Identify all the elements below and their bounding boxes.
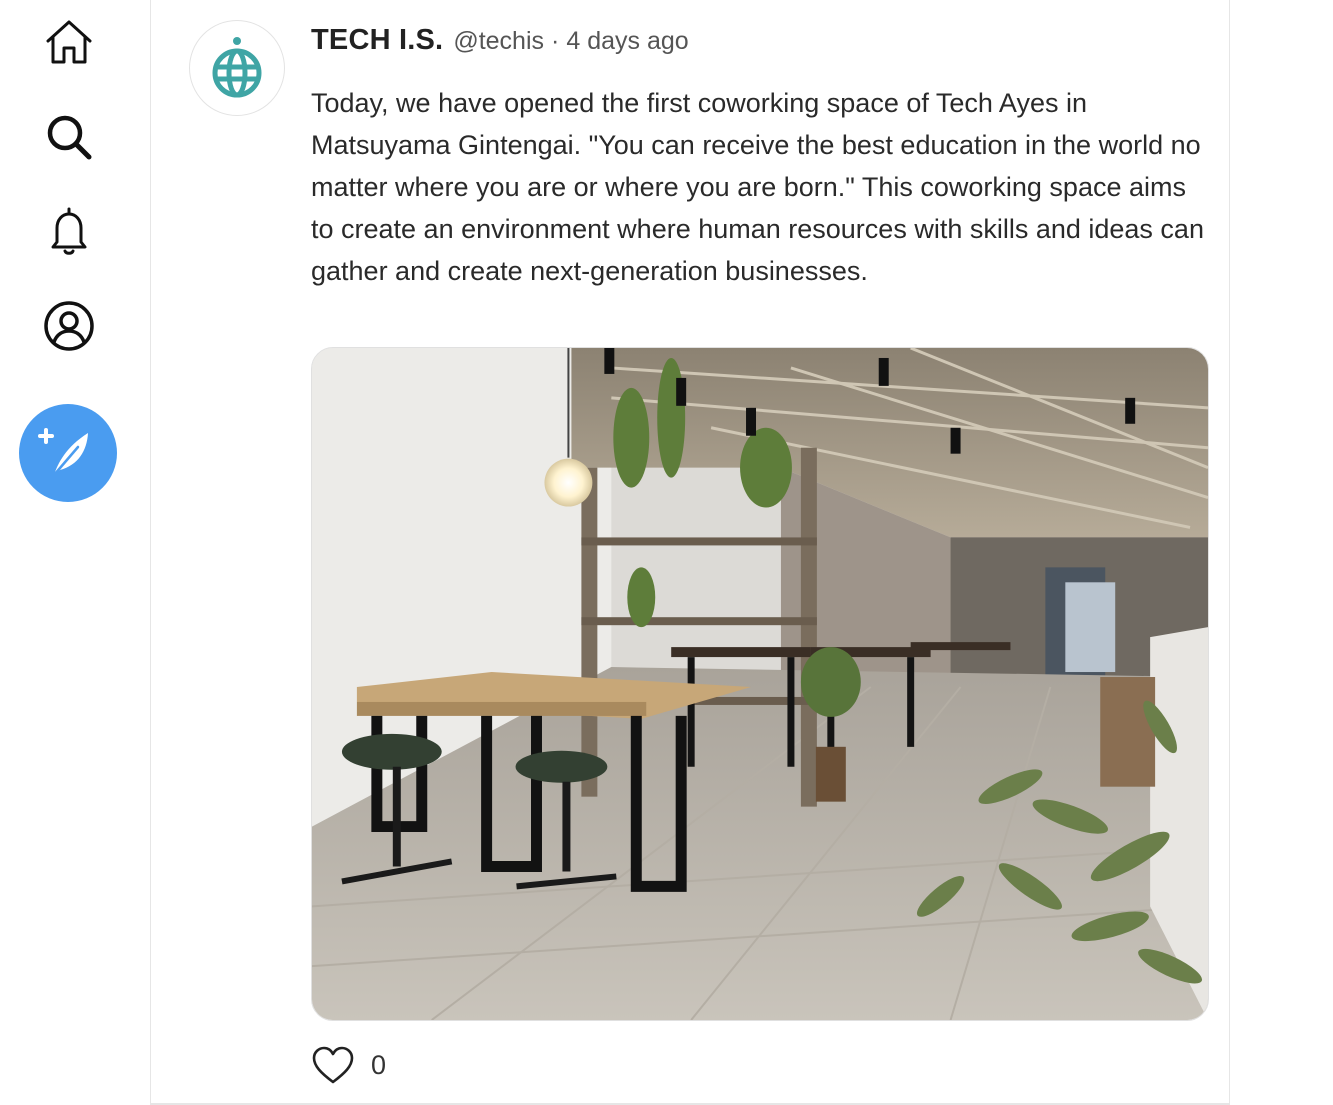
separator: ·: [551, 27, 560, 55]
author-avatar[interactable]: [189, 20, 285, 116]
search-icon: [47, 115, 92, 160]
heart-outline-icon: [312, 1046, 354, 1084]
nav-notifications-button[interactable]: [40, 202, 98, 260]
bell-icon: [51, 207, 87, 255]
photo-coworking-space: [312, 348, 1208, 1020]
post-image[interactable]: [311, 347, 1209, 1021]
post-header: TECH I.S. @techis · 4 days ago: [311, 24, 689, 64]
author-name[interactable]: TECH I.S.: [311, 24, 443, 57]
like-count: 0: [371, 1049, 387, 1080]
nav-profile-button[interactable]: [40, 297, 98, 355]
nav-search-button[interactable]: [40, 108, 98, 166]
post-text: Today, we have opened the first coworkin…: [311, 88, 1204, 286]
sidebar-nav: [0, 0, 140, 1105]
like-button[interactable]: [311, 1043, 355, 1087]
profile-icon: [44, 301, 94, 351]
home-icon: [46, 20, 92, 64]
feather-plus-icon: [38, 428, 88, 477]
compose-button[interactable]: [19, 404, 117, 502]
globe-logo-icon: [212, 37, 262, 98]
post-timestamp[interactable]: 4 days ago: [566, 27, 688, 56]
author-handle[interactable]: @techis: [453, 27, 544, 56]
nav-home-button[interactable]: [40, 14, 98, 72]
post-actions: 0: [311, 1042, 386, 1088]
